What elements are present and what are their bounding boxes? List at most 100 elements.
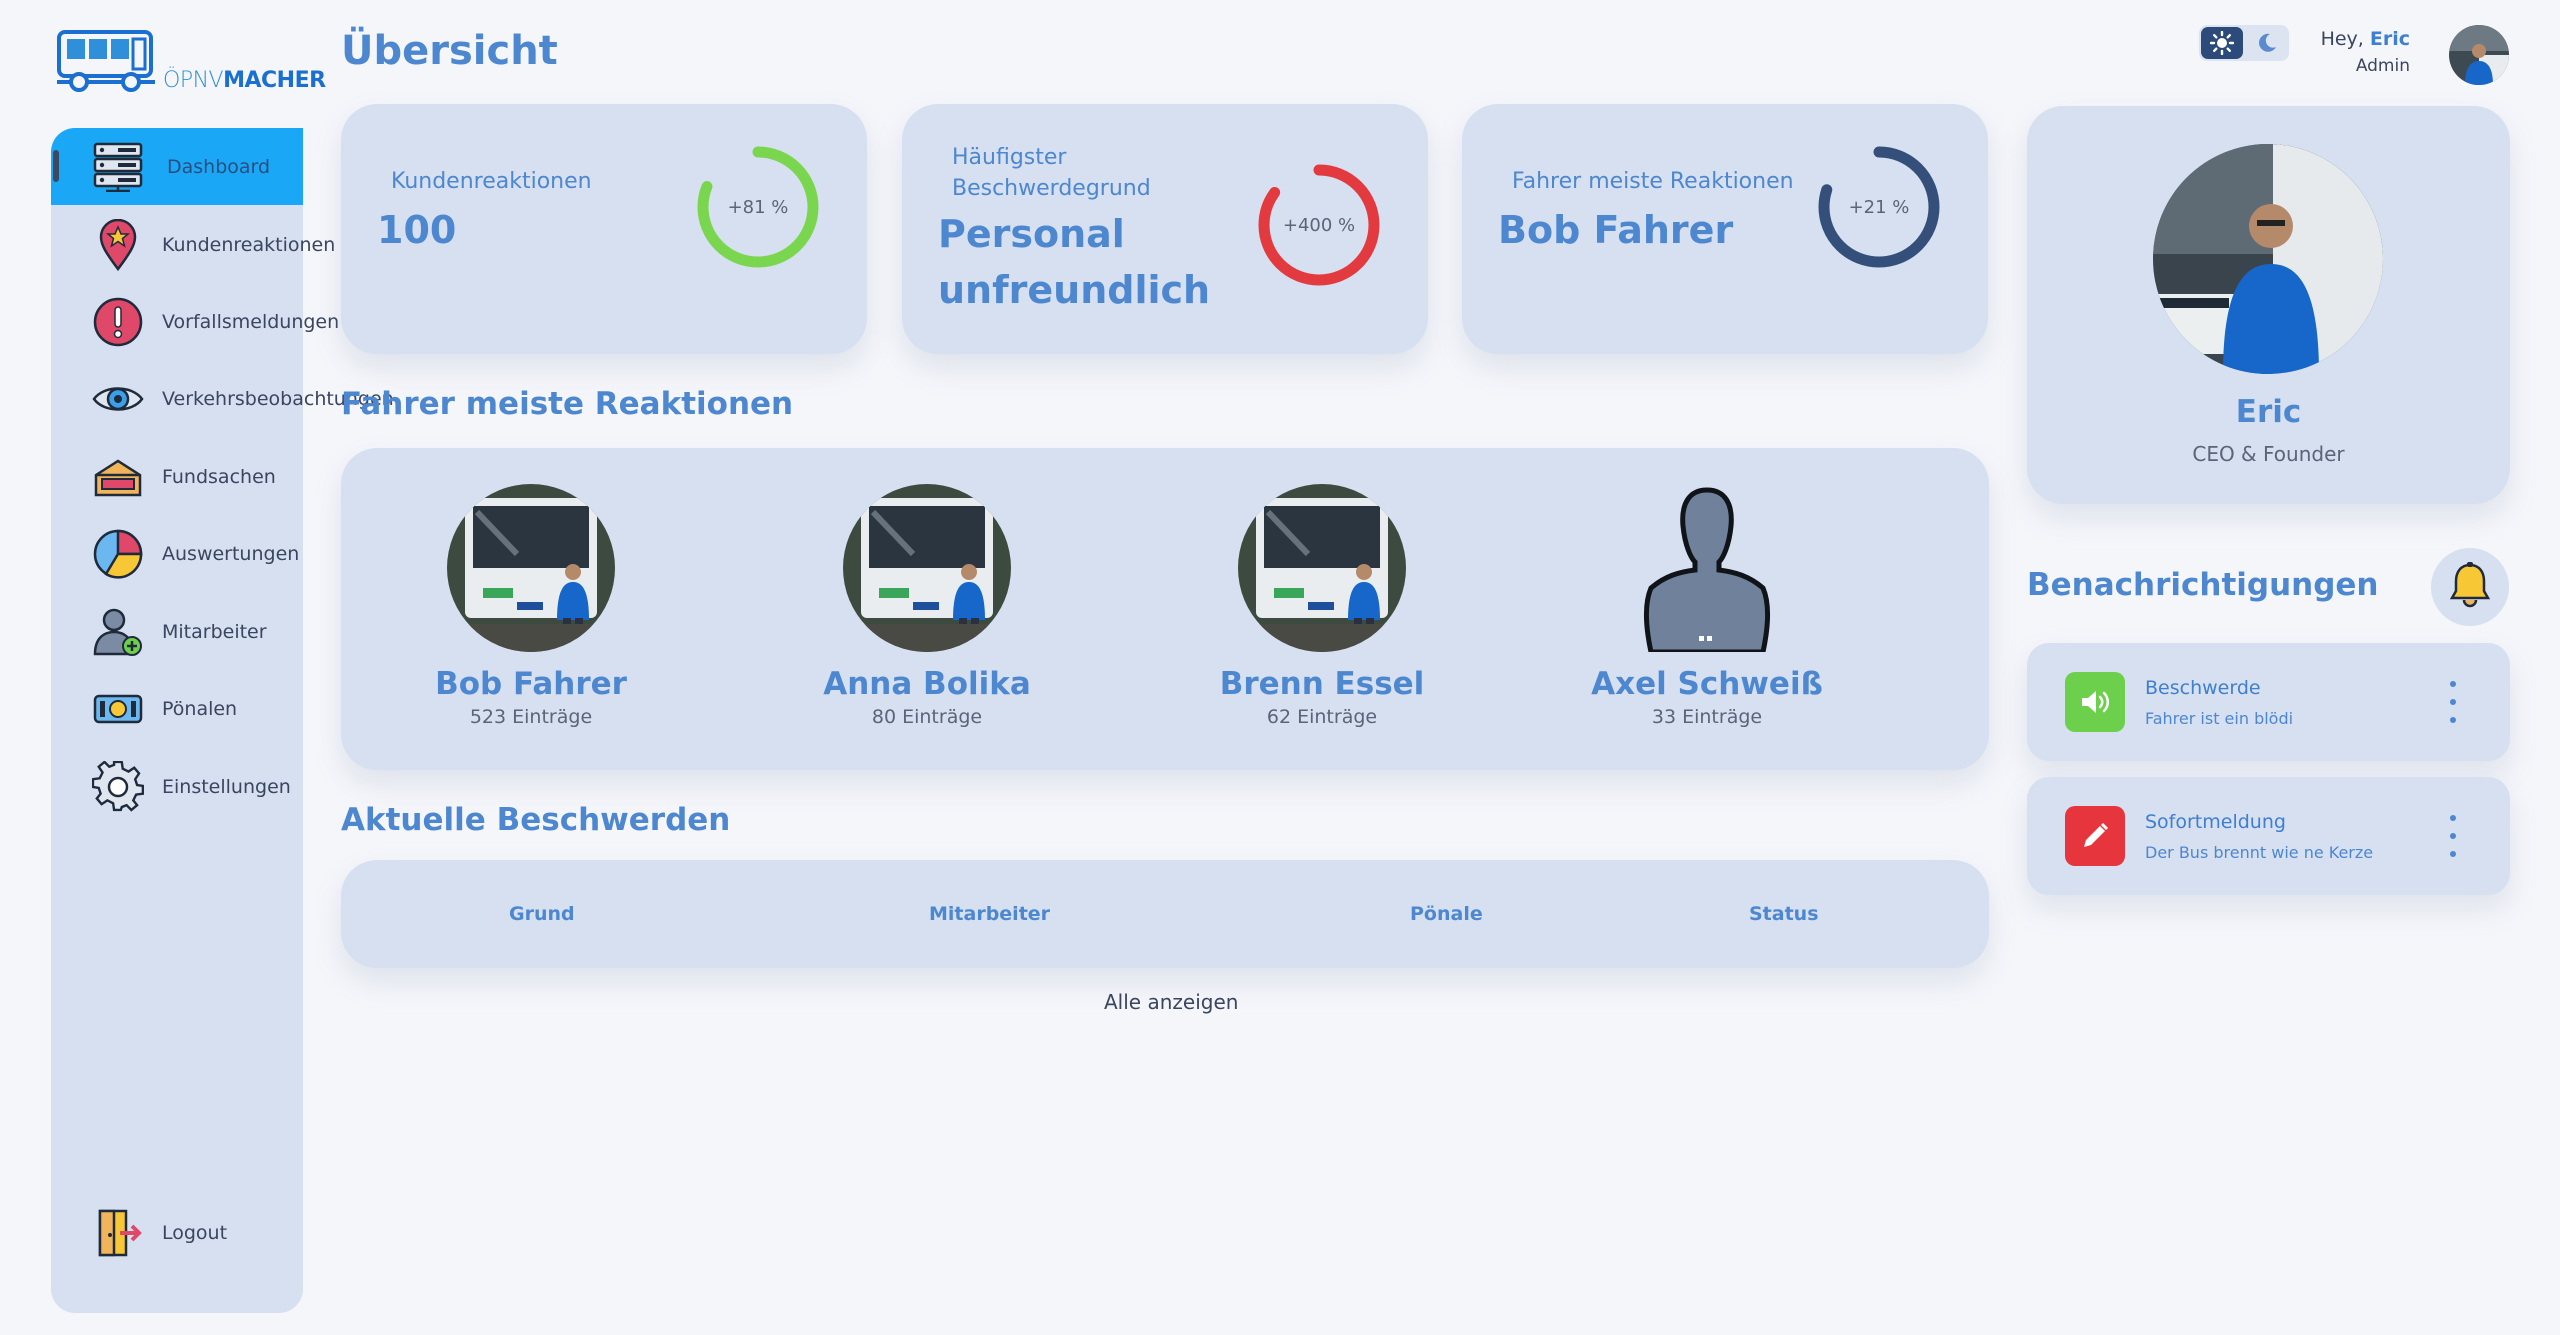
moon-icon[interactable] (2251, 29, 2283, 57)
sidebar-item-einstellungen[interactable]: Einstellungen (51, 748, 303, 825)
avatar[interactable] (2449, 25, 2509, 85)
pie-chart-icon (91, 527, 145, 581)
driver-photo (843, 484, 1011, 652)
sidebar-item-fundsachen[interactable]: Fundsachen (51, 438, 303, 515)
money-icon (91, 682, 145, 736)
stat-label: Häufigster Beschwerdegrund (952, 142, 1151, 204)
notification-item[interactable]: Beschwerde Fahrer ist ein blödi (2027, 643, 2510, 761)
sidebar-item-label: Kundenreaktionen (162, 233, 336, 256)
sun-icon[interactable] (2201, 27, 2243, 59)
gear-icon (91, 760, 145, 814)
sidebar-item-label: Auswertungen (162, 542, 300, 565)
driver-name: Anna Bolika (823, 666, 1031, 702)
profile-name: Eric (2235, 394, 2302, 430)
complaints-table: Grund Mitarbeiter Pönale Status (341, 860, 1989, 968)
stat-value-line: Personal (938, 212, 1125, 256)
bus-logo-icon (57, 30, 155, 92)
stat-card-fahrer: Fahrer meiste Reaktionen Bob Fahrer +21 … (1462, 104, 1988, 354)
driver-count: 62 Einträge (1266, 706, 1378, 728)
add-user-icon (91, 605, 145, 659)
column-header-mitarbeiter[interactable]: Mitarbeiter (929, 903, 1050, 925)
progress-ring: +21 % (1814, 142, 1944, 272)
progress-percent: +81 % (727, 196, 789, 218)
pencil-icon (2065, 806, 2125, 866)
sidebar-item-verkehrsbeobachtungen[interactable]: Verkehrsbeobachtungen (51, 360, 394, 437)
progress-ring: +81 % (693, 142, 823, 272)
greeting-user: Eric (2369, 28, 2410, 50)
driver-photo (1238, 484, 1406, 652)
bell-icon (2449, 562, 2491, 612)
notifications-title: Benachrichtigungen (2027, 567, 2379, 603)
stat-value: Personal unfreundlich (938, 206, 1210, 318)
notification-title: Beschwerde (2145, 677, 2261, 699)
theme-toggle[interactable] (2199, 25, 2289, 61)
show-all-link[interactable]: Alle anzeigen (1104, 990, 1238, 1014)
stat-card-kundenreaktionen: Kundenreaktionen 100 +81 % (341, 104, 867, 354)
sidebar-item-poenalen[interactable]: Pönalen (51, 670, 303, 747)
sidebar-item-label: Logout (162, 1221, 228, 1244)
driver-item[interactable]: Axel Schweiß 33 Einträge (1557, 484, 1857, 728)
driver-item[interactable]: Brenn Essel 62 Einträge (1172, 484, 1472, 728)
sidebar-item-vorfallsmeldungen[interactable]: Vorfallsmeldungen (51, 283, 339, 360)
map-pin-star-icon (91, 218, 145, 272)
sidebar-item-auswertungen[interactable]: Auswertungen (51, 515, 303, 592)
notification-title: Sofortmeldung (2145, 811, 2286, 833)
sidebar-item-logout[interactable]: Logout (51, 1194, 303, 1271)
stat-label: Kundenreaktionen (391, 169, 592, 194)
column-header-status[interactable]: Status (1749, 903, 1819, 925)
logo-text-light: ÖPNV (163, 68, 224, 93)
stat-value: 100 (377, 208, 457, 252)
greeting-text: Hey, (2320, 28, 2364, 50)
profile-card: Eric CEO & Founder (2027, 106, 2510, 504)
stat-value-line: unfreundlich (938, 268, 1211, 312)
bell-button[interactable] (2431, 548, 2509, 626)
driver-name: Bob Fahrer (435, 666, 627, 702)
notification-text: Der Bus brennt wie ne Kerze (2145, 843, 2374, 862)
stat-label-line: Häufigster (952, 145, 1067, 170)
driver-name: Axel Schweiß (1591, 666, 1823, 702)
sidebar-item-kundenreaktionen[interactable]: Kundenreaktionen (51, 206, 335, 283)
app-logo[interactable]: ÖPNVMACHER (55, 26, 326, 96)
column-header-poenale[interactable]: Pönale (1410, 903, 1483, 925)
server-icon (91, 140, 145, 194)
logo-text-bold: MACHER (223, 68, 326, 93)
progress-percent: +400 % (1282, 214, 1356, 236)
sidebar-item-label: Fundsachen (162, 465, 276, 488)
notification-text: Fahrer ist ein blödi (2145, 709, 2294, 728)
progress-ring: +400 % (1254, 160, 1384, 290)
alert-icon (91, 295, 145, 349)
box-icon (91, 450, 145, 504)
section-title-complaints: Aktuelle Beschwerden (341, 802, 731, 838)
driver-item[interactable]: Anna Bolika 80 Einträge (777, 484, 1077, 728)
driver-count: 33 Einträge (1651, 706, 1763, 728)
section-title-drivers: Fahrer meiste Reaktionen (341, 386, 794, 422)
sidebar-item-label: Mitarbeiter (162, 620, 267, 643)
page-title: Übersicht (341, 28, 558, 74)
sidebar-item-mitarbeiter[interactable]: Mitarbeiter (51, 593, 303, 670)
more-options-icon[interactable] (2443, 681, 2463, 723)
driver-name: Brenn Essel (1219, 666, 1425, 702)
driver-photo (447, 484, 615, 652)
driver-item[interactable]: Bob Fahrer 523 Einträge (381, 484, 681, 728)
eye-icon (91, 372, 145, 426)
speaker-icon (2065, 672, 2125, 732)
user-role: Admin (2355, 56, 2410, 76)
stat-value: Bob Fahrer (1498, 208, 1734, 252)
sidebar-item-label: Dashboard (167, 155, 271, 178)
drivers-card: Bob Fahrer 523 Einträge Anna Bolika 80 E… (341, 448, 1989, 770)
sidebar-item-label: Einstellungen (162, 775, 291, 798)
sidebar-item-label: Pönalen (162, 697, 238, 720)
driver-count: 523 Einträge (469, 706, 593, 728)
stat-card-beschwerdegrund: Häufigster Beschwerdegrund Personal unfr… (902, 104, 1428, 354)
stat-label: Fahrer meiste Reaktionen (1512, 169, 1794, 194)
sidebar: Dashboard Kundenreaktionen Vorfallsmeldu… (51, 128, 394, 1313)
more-options-icon[interactable] (2443, 815, 2463, 857)
sidebar-item-label: Vorfallsmeldungen (162, 310, 340, 333)
profile-photo (2153, 144, 2383, 374)
column-header-grund[interactable]: Grund (509, 903, 575, 925)
profile-role: CEO & Founder (2192, 442, 2345, 466)
sidebar-item-dashboard[interactable]: Dashboard (51, 128, 303, 205)
progress-percent: +21 % (1848, 196, 1910, 218)
user-silhouette-icon (1623, 484, 1791, 652)
notification-item[interactable]: Sofortmeldung Der Bus brennt wie ne Kerz… (2027, 777, 2510, 895)
